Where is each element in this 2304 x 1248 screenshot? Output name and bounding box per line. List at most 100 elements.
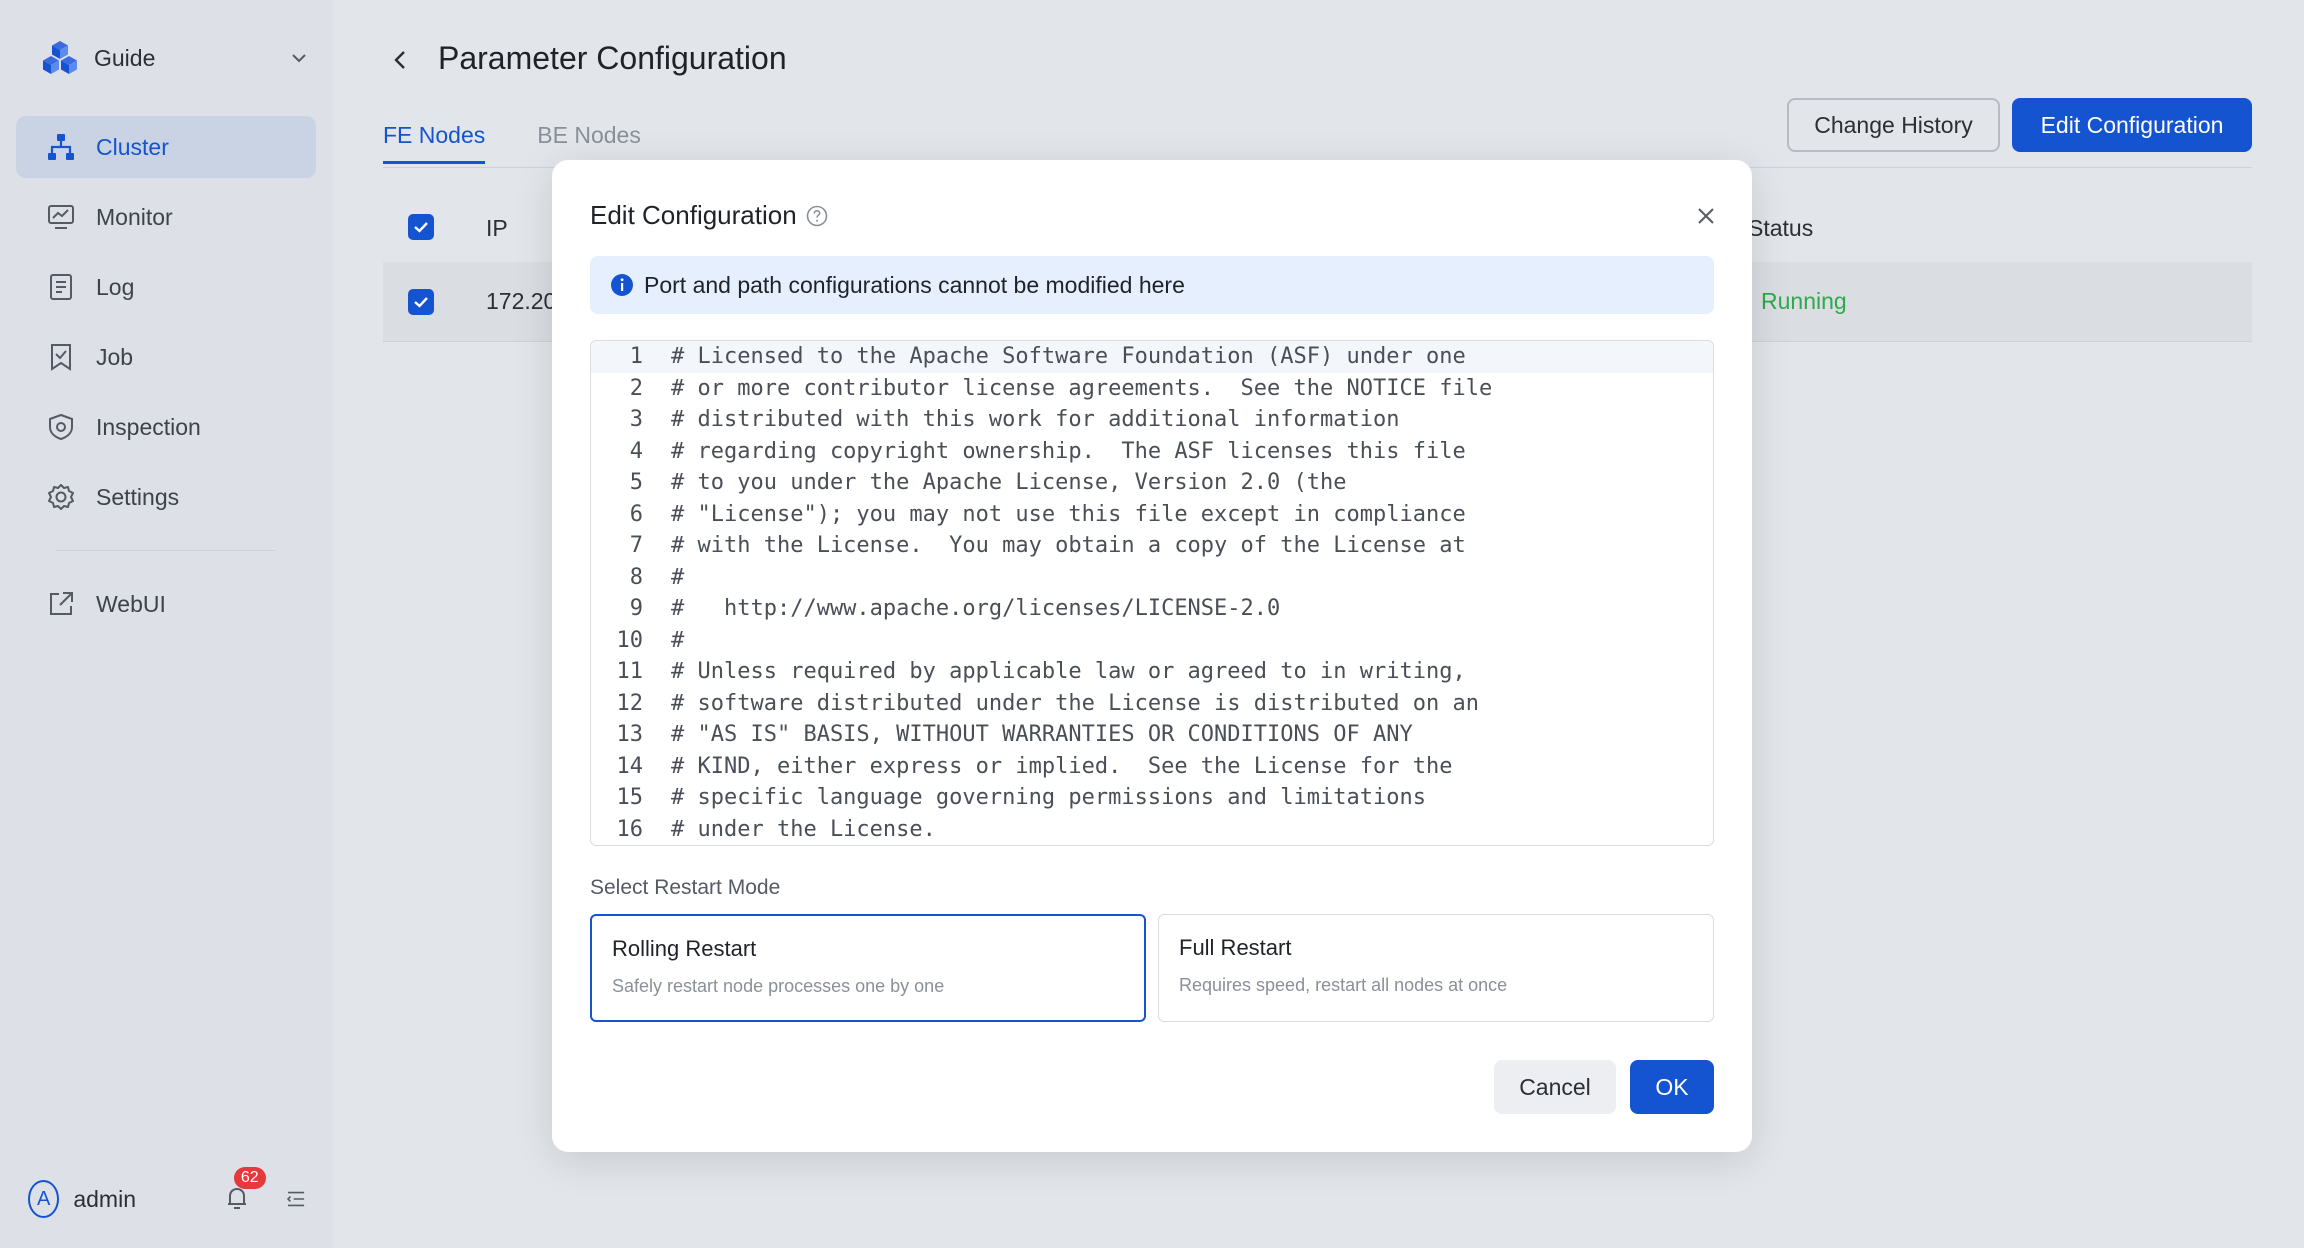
line-number: 1 [629, 344, 643, 370]
user-name[interactable]: admin [73, 1186, 170, 1213]
line-number: 9 [629, 596, 643, 622]
line-number: 5 [629, 470, 643, 496]
code-text: # regarding copyright ownership. The ASF… [671, 438, 1466, 464]
notifications-button[interactable]: 62 [222, 1167, 266, 1215]
code-text: # with the License. You may obtain a cop… [671, 533, 1466, 559]
alert-text: Port and path configurations cannot be m… [644, 271, 1185, 298]
code-text: # "License"); you may not use this file … [671, 501, 1466, 527]
change-history-button[interactable]: Change History [1787, 98, 2000, 152]
code-line: 9 # http://www.apache.org/licenses/LICENS… [591, 593, 1713, 625]
cancel-button[interactable]: Cancel [1494, 1060, 1616, 1114]
code-line: 7 # with the License. You may obtain a co… [591, 530, 1713, 562]
line-number: 7 [629, 533, 643, 559]
code-text: # [671, 564, 685, 590]
sidebar-item-label: Cluster [96, 133, 169, 160]
cell-ip: 172.20 [486, 288, 557, 314]
line-number: 15 [616, 785, 644, 811]
code-text: # Licensed to the Apache Software Founda… [671, 344, 1466, 370]
ok-button[interactable]: OK [1630, 1060, 1714, 1114]
sidebar-item-cluster[interactable]: Cluster [16, 116, 316, 178]
user-footer: A admin 62 [28, 1167, 308, 1220]
code-line: 13 # "AS IS" BASIS, WITHOUT WARRANTIES OR… [591, 719, 1713, 751]
code-text: # distributed with this work for additio… [671, 407, 1400, 433]
code-text: # KIND, either express or implied. See t… [671, 753, 1453, 779]
code-text: # or more contributor license agreements… [671, 375, 1493, 401]
inspection-icon [46, 412, 76, 442]
settings-icon [46, 482, 76, 512]
info-icon [611, 274, 633, 296]
check-icon [414, 222, 428, 233]
info-alert: Port and path configurations cannot be m… [590, 256, 1714, 314]
full-restart-option[interactable]: Full Restart Requires speed, restart all… [1158, 914, 1714, 1022]
code-text: # specific language governing permission… [671, 785, 1426, 811]
sidebar: Guide Cluster Monitor Log Job Inspection… [0, 0, 333, 1248]
code-text: # software distributed under the License… [671, 690, 1479, 716]
rolling-restart-option[interactable]: Rolling Restart Safely restart node proc… [590, 914, 1146, 1022]
sidebar-item-job[interactable]: Job [16, 326, 316, 388]
code-line: 14 # KIND, either express or implied. See… [591, 751, 1713, 783]
sidebar-item-log[interactable]: Log [16, 256, 316, 318]
line-number: 11 [616, 659, 644, 685]
line-number: 4 [629, 438, 643, 464]
code-line: 12 # software distributed under the Licen… [591, 688, 1713, 720]
option-description: Safely restart node processes one by one [612, 976, 945, 996]
code-line: 1 # Licensed to the Apache Software Found… [591, 341, 1713, 373]
row-checkbox[interactable] [408, 289, 434, 315]
code-text: # "AS IS" BASIS, WITHOUT WARRANTIES OR C… [671, 722, 1413, 748]
option-title: Full Restart [1179, 935, 1292, 960]
code-line: 5 # to you under the Apache License, Vers… [591, 467, 1713, 499]
monitor-icon [46, 202, 76, 232]
sidebar-item-monitor[interactable]: Monitor [16, 186, 316, 248]
line-number: 6 [629, 501, 643, 527]
column-header-ip: IP [486, 215, 508, 241]
brand-switcher[interactable]: Guide [40, 38, 310, 78]
cube-logo-icon [43, 41, 77, 74]
line-number: 12 [616, 690, 644, 716]
edit-configuration-button[interactable]: Edit Configuration [2012, 98, 2252, 152]
page-title: Parameter Configuration [438, 40, 787, 76]
notification-badge: 62 [233, 1167, 266, 1189]
code-line: 8 # [591, 562, 1713, 594]
code-text: # under the License. [671, 816, 936, 842]
select-all-checkbox[interactable] [408, 214, 434, 240]
code-line: 4 # regarding copyright ownership. The AS… [591, 436, 1713, 468]
code-line: 3 # distributed with this work for additi… [591, 404, 1713, 436]
log-icon [46, 272, 76, 302]
line-number: 16 [616, 816, 644, 842]
dialog-title-text: Edit Configuration [590, 200, 797, 230]
edit-configuration-dialog: Edit Configuration Port and path configu… [552, 160, 1752, 1152]
code-line: 15 # specific language governing permissi… [591, 782, 1713, 814]
code-line: 2 # or more contributor license agreement… [591, 373, 1713, 405]
tab-fe-nodes[interactable]: FE Nodes [383, 122, 486, 164]
restart-mode-label: Select Restart Mode [590, 876, 781, 899]
question-circle-icon[interactable] [805, 204, 829, 228]
option-title: Rolling Restart [612, 936, 757, 961]
node-tabs: FE Nodes BE Nodes [383, 122, 693, 164]
tab-be-nodes[interactable]: BE Nodes [537, 122, 641, 164]
code-text: # [671, 627, 685, 653]
line-number: 3 [629, 407, 643, 433]
code-line: 6 # "License"); you may not use this file… [591, 499, 1713, 531]
brand-name: Guide [94, 44, 156, 71]
code-text: # http://www.apache.org/licenses/LICENSE… [671, 596, 1281, 622]
chevron-down-icon [292, 54, 306, 63]
line-number: 8 [629, 564, 643, 590]
line-number: 13 [616, 722, 644, 748]
config-code-editor[interactable]: 1 # Licensed to the Apache Software Found… [590, 340, 1714, 846]
line-number: 10 [616, 627, 644, 653]
sidebar-item-settings[interactable]: Settings [16, 466, 316, 528]
nav-divider [56, 550, 276, 551]
code-line: 10 # [591, 625, 1713, 657]
sidebar-item-label: Log [96, 273, 135, 300]
sidebar-item-webui[interactable]: WebUI [16, 573, 316, 635]
check-icon [414, 297, 428, 308]
sidebar-item-inspection[interactable]: Inspection [16, 396, 316, 458]
avatar[interactable]: A [28, 1180, 60, 1218]
dialog-title: Edit Configuration [590, 200, 829, 231]
collapse-menu-icon[interactable] [284, 1184, 308, 1214]
close-icon[interactable] [1694, 204, 1718, 228]
cell-status: Running [1761, 288, 1847, 314]
external-link-icon [46, 589, 76, 619]
back-arrow-icon[interactable] [387, 46, 415, 74]
cluster-icon [46, 132, 76, 162]
